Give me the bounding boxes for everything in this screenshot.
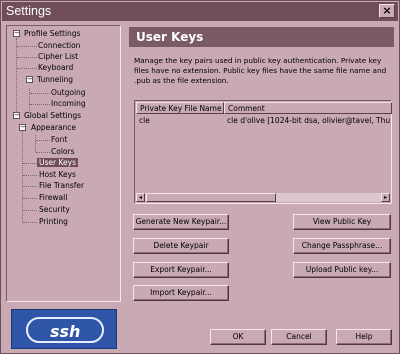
scroll-left-icon[interactable]: ◂ — [136, 193, 145, 202]
tree-connector — [30, 93, 50, 94]
tree-connector — [23, 175, 37, 176]
tree-connector — [23, 198, 37, 199]
change-passphrase-button[interactable]: Change Passphrase... — [293, 238, 391, 254]
collapse-toggle-icon[interactable]: − — [19, 124, 26, 131]
tree-connector — [35, 135, 36, 152]
tree-item-user-keys-label: User Keys — [37, 158, 78, 167]
tree-connector — [36, 140, 50, 141]
table-row[interactable]: cle cle d'olive [1024-bit dsa, olivier@t… — [136, 116, 390, 126]
close-button[interactable]: × — [379, 4, 395, 18]
page-title: User Keys — [129, 27, 394, 47]
tree-item-keyboard[interactable]: Keyboard — [38, 63, 73, 73]
tree-connector — [23, 222, 37, 223]
tree-item-tunneling[interactable]: Tunneling — [37, 75, 73, 85]
collapse-toggle-icon[interactable]: − — [13, 30, 20, 37]
settings-tree[interactable]: − Profile Settings Connection Cipher Lis… — [6, 25, 121, 302]
tree-item-connection[interactable]: Connection — [38, 41, 80, 51]
tree-connector — [36, 152, 50, 153]
tree-item-user-keys[interactable]: User Keys — [37, 158, 78, 168]
tree-connector — [22, 124, 23, 222]
tree-connector — [17, 46, 37, 47]
tree-connector — [17, 57, 37, 58]
tree-item-host-keys[interactable]: Host Keys — [39, 170, 76, 180]
upload-public-key-button[interactable]: Upload Public key... — [293, 262, 391, 278]
delete-keypair-button[interactable]: Delete Keypair — [133, 238, 229, 254]
tree-item-security[interactable]: Security — [39, 205, 70, 215]
ok-button[interactable]: OK — [210, 329, 266, 345]
collapse-toggle-icon[interactable]: − — [26, 76, 33, 83]
tree-item-appearance[interactable]: Appearance — [31, 123, 76, 133]
cell-comment: cle d'olive [1024-bit dsa, olivier@tavel… — [227, 116, 390, 125]
collapse-toggle-icon[interactable]: − — [13, 112, 20, 119]
window-title: Settings — [6, 4, 52, 18]
scroll-thumb[interactable] — [146, 193, 276, 202]
column-header-file-name[interactable]: Private Key File Name — [136, 102, 224, 114]
tree-connector — [16, 38, 17, 118]
tree-item-global-settings[interactable]: Global Settings — [24, 111, 81, 121]
tree-item-file-transfer[interactable]: File Transfer — [39, 181, 84, 191]
horizontal-scrollbar[interactable]: ◂ ▸ — [136, 193, 390, 202]
logo-ring: ssh — [26, 317, 104, 343]
tree-item-font[interactable]: Font — [51, 135, 67, 145]
settings-window: Settings × − Profile Settings Connection… — [0, 0, 400, 354]
import-keypair-button[interactable]: Import Keypair... — [133, 285, 229, 301]
help-button[interactable]: Help — [336, 329, 392, 345]
tree-item-printing[interactable]: Printing — [39, 217, 68, 227]
tree-connector — [23, 163, 37, 164]
ssh-logo: ssh — [11, 309, 117, 349]
scroll-right-icon[interactable]: ▸ — [381, 193, 390, 202]
tree-connector — [29, 88, 30, 111]
tree-item-incoming[interactable]: Incoming — [51, 99, 86, 109]
tree-item-cipher-list[interactable]: Cipher List — [38, 52, 78, 62]
cancel-button[interactable]: Cancel — [271, 329, 327, 345]
tree-connector — [30, 104, 50, 105]
list-header: Private Key File Name Comment — [136, 102, 392, 114]
view-public-key-button[interactable]: View Public Key — [293, 214, 391, 230]
user-keys-list[interactable]: Private Key File Name Comment cle cle d'… — [134, 100, 392, 204]
column-header-comment[interactable]: Comment — [224, 102, 392, 114]
tree-item-profile-settings[interactable]: Profile Settings — [24, 29, 80, 39]
tree-item-outgoing[interactable]: Outgoing — [51, 88, 86, 98]
cell-file-name: cle — [139, 116, 150, 125]
tree-item-colors[interactable]: Colors — [51, 147, 75, 157]
tree-connector — [17, 68, 37, 69]
tree-connector — [23, 186, 37, 187]
export-keypair-button[interactable]: Export Keypair... — [133, 262, 229, 278]
tree-item-firewall[interactable]: Firewall — [39, 193, 67, 203]
tree-connector — [23, 210, 37, 211]
logo-text: ssh — [50, 322, 81, 341]
title-bar[interactable]: Settings × — [2, 2, 398, 21]
page-description: Manage the key pairs used in public key … — [134, 56, 387, 85]
generate-keypair-button[interactable]: Generate New Keypair... — [133, 214, 229, 230]
